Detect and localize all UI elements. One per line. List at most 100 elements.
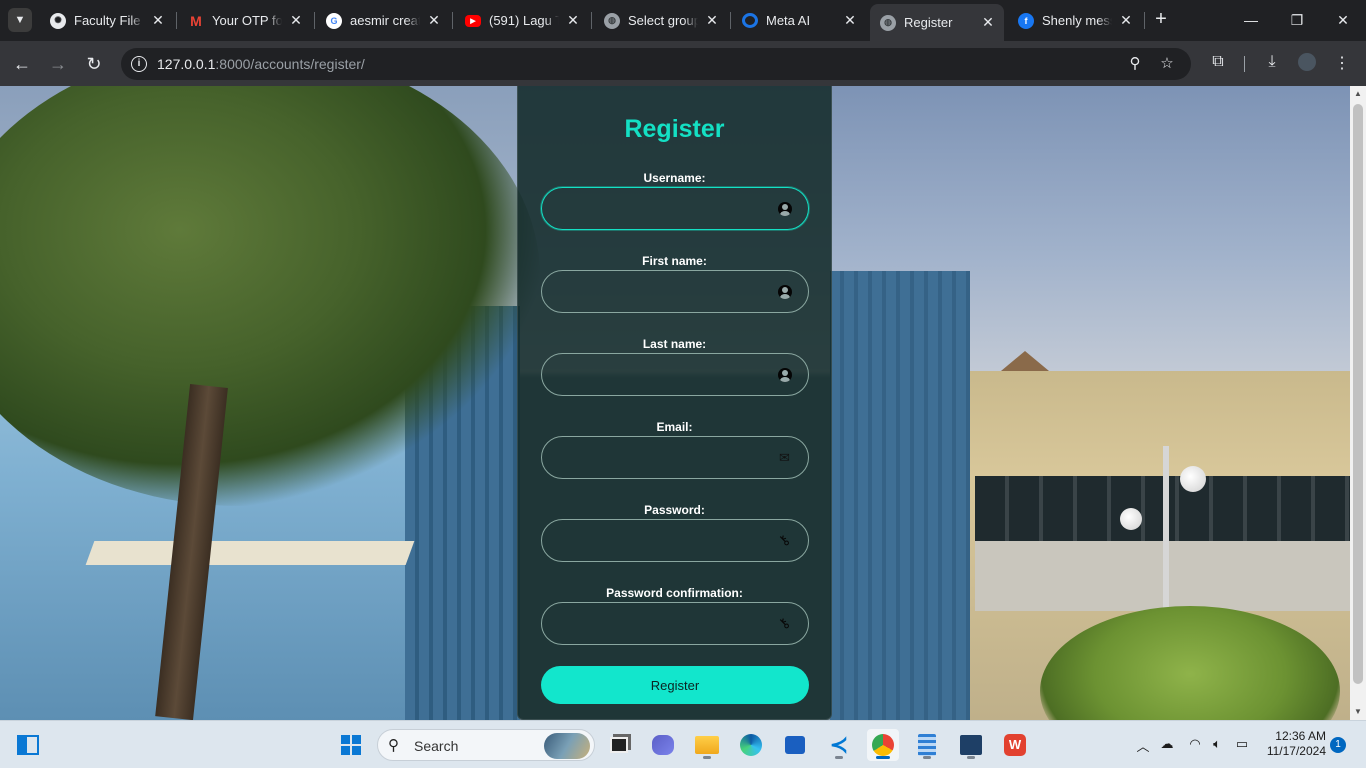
download-icon[interactable]: ⤓ xyxy=(1261,53,1283,75)
tab-title: Your OTP for xyxy=(212,13,282,28)
vscode-icon: ≺ xyxy=(829,732,849,757)
notification-badge[interactable]: 1 xyxy=(1330,737,1346,753)
password-field[interactable]: ⚷ xyxy=(541,519,809,562)
toolbar-divider xyxy=(1244,56,1245,72)
taskbar-vscode[interactable]: ≺ xyxy=(823,729,855,761)
taskbar-notepad[interactable] xyxy=(911,729,943,761)
tab-title: (591) Lagu Te xyxy=(489,13,559,28)
close-icon[interactable]: ✕ xyxy=(980,14,996,31)
youtube-icon: ▶ xyxy=(465,14,481,27)
taskbar-wps-office[interactable]: W xyxy=(999,729,1031,761)
wps-office-icon: W xyxy=(1004,734,1026,756)
taskbar-database-app[interactable] xyxy=(955,729,987,761)
key-icon: ⚷ xyxy=(774,530,794,550)
close-icon[interactable]: ✕ xyxy=(565,12,581,29)
tab-title: aesmir creati xyxy=(350,13,420,28)
zoom-icon[interactable]: ⚲ xyxy=(1125,54,1145,74)
username-input[interactable] xyxy=(542,188,808,229)
last-name-field[interactable] xyxy=(541,353,809,396)
taskbar-search[interactable]: ⚲ Search xyxy=(377,729,595,761)
tab-facebook[interactable]: f Shenly messe ✕ xyxy=(1008,6,1142,35)
forward-button[interactable]: → xyxy=(44,50,72,78)
volume-icon[interactable]: 🔈︎ xyxy=(1208,736,1226,754)
email-input[interactable] xyxy=(542,437,808,478)
scroll-up-icon[interactable]: ▲ xyxy=(1350,86,1366,102)
taskbar-file-explorer[interactable] xyxy=(691,729,723,761)
chat-icon xyxy=(652,735,674,755)
email-field[interactable]: ✉ xyxy=(541,436,809,479)
clock-time: 12:36 AM xyxy=(1275,729,1326,743)
minimize-button[interactable]: — xyxy=(1228,0,1274,40)
restore-button[interactable]: ❐ xyxy=(1274,0,1320,40)
password-confirmation-label: Password confirmation: xyxy=(606,586,743,600)
back-button[interactable]: ← xyxy=(8,50,36,78)
meta-ai-icon xyxy=(742,13,758,28)
tab-faculty-file[interactable]: ✺ Faculty File M ✕ xyxy=(40,6,174,35)
globe-icon: ◍ xyxy=(604,12,620,29)
password-confirmation-input[interactable] xyxy=(542,603,808,644)
user-icon xyxy=(777,201,792,216)
url-path: :8000/accounts/register/ xyxy=(215,56,365,72)
password-confirmation-field[interactable]: ⚷ xyxy=(541,602,809,645)
tab-search-button[interactable]: ▼ xyxy=(8,8,32,32)
form-title: Register xyxy=(624,115,725,143)
start-button[interactable] xyxy=(335,729,367,761)
info-icon[interactable]: i xyxy=(131,56,147,72)
arrow-left-icon: ← xyxy=(13,53,31,74)
tab-otp[interactable]: M Your OTP for ✕ xyxy=(178,6,312,35)
widgets-button[interactable] xyxy=(12,729,44,761)
openai-icon: ✺ xyxy=(50,12,66,29)
first-name-label: First name: xyxy=(642,254,707,268)
close-window-button[interactable]: ✕ xyxy=(1320,0,1366,40)
minimize-icon: — xyxy=(1244,12,1258,28)
reload-icon: ↻ xyxy=(86,53,102,74)
chevron-down-icon: ▼ xyxy=(14,14,26,26)
url-text[interactable]: 127.0.0.1:8000/accounts/register/ xyxy=(157,56,365,72)
tab-register[interactable]: ◍ Register ✕ xyxy=(870,4,1004,41)
profile-avatar[interactable] xyxy=(1296,53,1318,75)
battery-icon[interactable]: ▭ xyxy=(1233,736,1251,754)
last-name-input[interactable] xyxy=(542,354,808,395)
extensions-icon[interactable]: ⧉ xyxy=(1207,53,1229,75)
page-scrollbar[interactable]: ▲ ▼ xyxy=(1350,86,1366,720)
close-icon[interactable]: ✕ xyxy=(842,12,858,29)
close-icon[interactable]: ✕ xyxy=(288,12,304,29)
scroll-down-icon[interactable]: ▼ xyxy=(1350,704,1366,720)
tab-separator xyxy=(1144,12,1145,29)
menu-icon[interactable]: ⋮ xyxy=(1331,53,1353,75)
clock-date: 11/17/2024 xyxy=(1266,744,1326,758)
username-field[interactable] xyxy=(541,187,809,230)
search-placeholder: Search xyxy=(414,738,459,754)
taskbar-edge[interactable] xyxy=(735,729,767,761)
chevron-up-icon[interactable]: ︿ xyxy=(1134,736,1152,754)
tab-youtube[interactable]: ▶ (591) Lagu Te ✕ xyxy=(455,6,589,35)
onedrive-icon[interactable]: ☁ xyxy=(1158,736,1176,754)
close-icon[interactable]: ✕ xyxy=(704,12,720,29)
folder-icon xyxy=(695,736,719,754)
scroll-thumb[interactable] xyxy=(1353,104,1363,684)
taskbar-chat-app[interactable] xyxy=(647,729,679,761)
arrow-right-icon: → xyxy=(49,53,67,74)
new-tab-button[interactable]: + xyxy=(1150,8,1172,32)
taskbar-store[interactable] xyxy=(779,729,811,761)
tab-strip: ▼ ✺ Faculty File M ✕ M Your OTP for ✕ G … xyxy=(0,0,1366,41)
register-button[interactable]: Register xyxy=(541,666,809,704)
system-clock[interactable]: 12:36 AM 11/17/2024 xyxy=(1256,729,1326,759)
first-name-field[interactable] xyxy=(541,270,809,313)
close-icon[interactable]: ✕ xyxy=(1118,12,1134,29)
task-view-button[interactable] xyxy=(603,729,635,761)
task-view-icon xyxy=(610,737,628,753)
username-label: Username: xyxy=(643,171,706,185)
close-icon[interactable]: ✕ xyxy=(426,12,442,29)
password-input[interactable] xyxy=(542,520,808,561)
tab-meta-ai[interactable]: Meta AI ✕ xyxy=(732,6,866,35)
reload-button[interactable]: ↻ xyxy=(80,50,108,78)
tab-aesmir[interactable]: G aesmir creati ✕ xyxy=(316,6,450,35)
wifi-icon[interactable]: ◠ xyxy=(1186,736,1204,754)
star-icon[interactable]: ☆ xyxy=(1157,54,1177,74)
close-icon[interactable]: ✕ xyxy=(150,12,166,29)
tab-select-group[interactable]: ◍ Select group ✕ xyxy=(594,6,728,35)
taskbar-chrome[interactable] xyxy=(867,729,899,761)
first-name-input[interactable] xyxy=(542,271,808,312)
address-bar[interactable]: i 127.0.0.1:8000/accounts/register/ ⚲ ☆ xyxy=(121,48,1191,80)
